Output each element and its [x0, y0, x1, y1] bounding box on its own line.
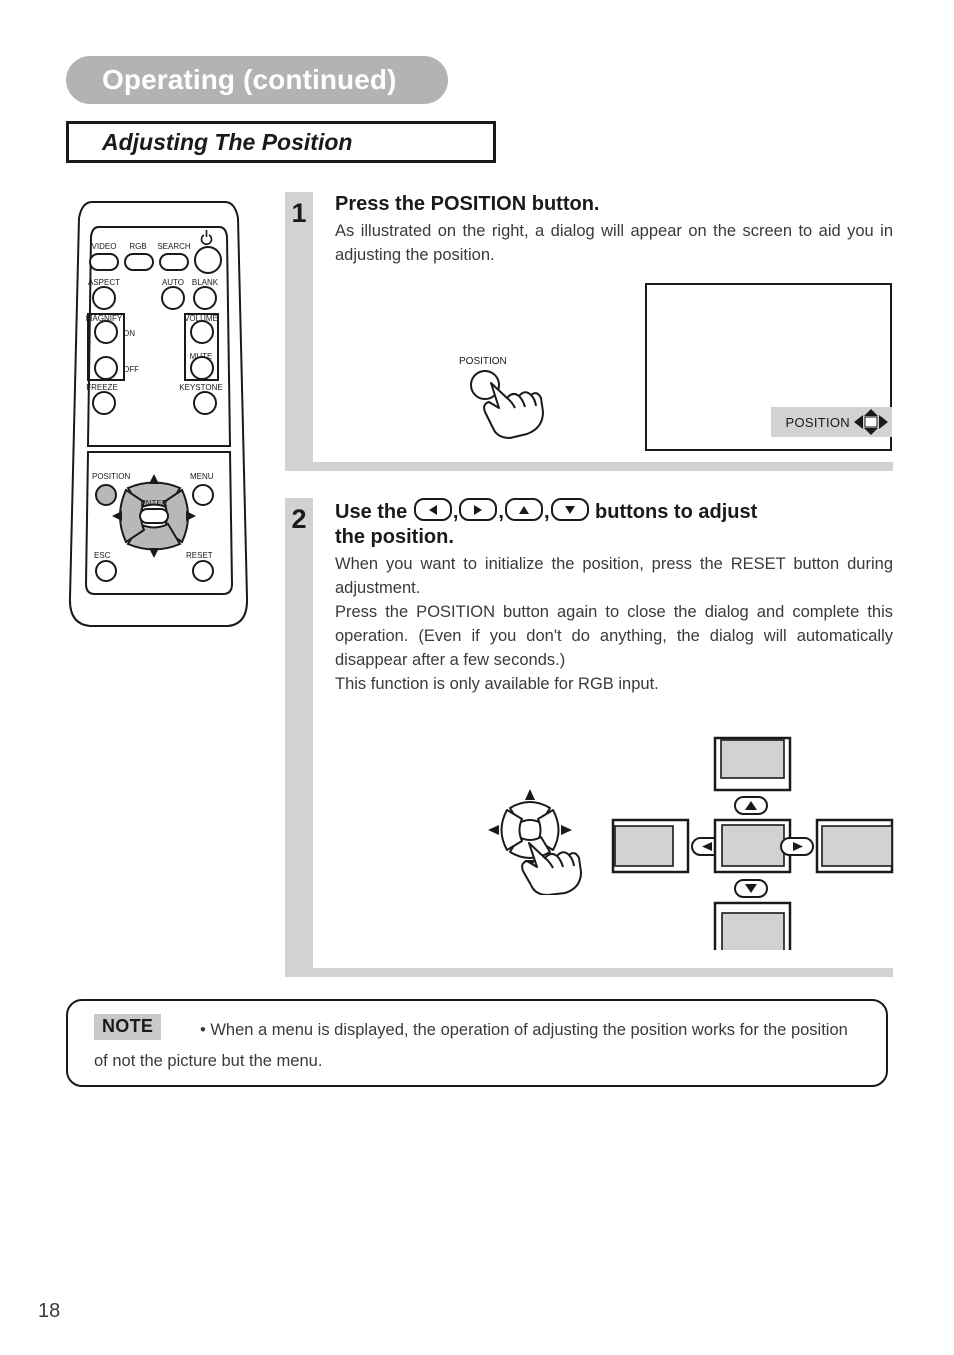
remote-label-video: VIDEO — [92, 242, 117, 251]
chapter-title: Operating (continued) — [102, 64, 397, 95]
up-arrow-key-icon — [734, 796, 768, 815]
press-position-illustration: POSITION — [455, 350, 565, 450]
right-arrow-key-icon — [780, 837, 814, 856]
osd-four-way-arrow-icon — [854, 409, 888, 435]
step-1-number: 1 — [291, 198, 307, 228]
position-shift-diagram — [610, 735, 895, 957]
chapter-header-pill: Operating (continued) — [66, 56, 448, 104]
remote-button-video — [89, 253, 119, 271]
step-1-shadow — [285, 462, 893, 471]
screen-shifted-up — [713, 736, 792, 792]
dpad-left-petal — [500, 809, 523, 851]
step-2-text-3: This function is only available for RGB … — [335, 675, 659, 693]
remote-button-volume — [190, 320, 214, 344]
press-position-button-label: POSITION — [459, 356, 507, 367]
remote-button-blank — [193, 286, 217, 310]
step-2-title-suffix: buttons to adjust — [589, 501, 758, 523]
step-1-title: Press the POSITION button. — [335, 193, 600, 215]
remote-button-magnify-off — [94, 356, 118, 380]
position-osd-dialog: POSITION — [771, 407, 892, 437]
projected-screen-illustration: POSITION — [645, 283, 892, 451]
remote-button-search — [159, 253, 189, 271]
remote-button-keystone — [193, 391, 217, 415]
pointing-hand-icon — [483, 382, 544, 439]
remote-label-keystone: KEYSTONE — [179, 383, 222, 392]
screen-shifted-right — [815, 818, 894, 874]
remote-button-mute — [190, 356, 214, 380]
remote-button-esc — [95, 560, 117, 582]
remote-button-magnify-on — [94, 320, 118, 344]
remote-label-menu: MENU — [190, 472, 214, 481]
step-1-text: As illustrated on the right, a dialog wi… — [335, 222, 893, 264]
remote-button-aspect — [92, 286, 116, 310]
note-box: NOTE • When a menu is displayed, the ope… — [66, 999, 888, 1087]
left-arrow-key-icon — [413, 498, 452, 521]
remote-label-position: POSITION — [92, 472, 130, 481]
remote-label-reset: RESET — [186, 551, 213, 560]
down-arrow-key-icon — [734, 879, 768, 898]
step-2-number: 2 — [291, 504, 307, 534]
remote-label-off: OFF — [123, 365, 139, 374]
manual-page: Operating (continued) Adjusting The Posi… — [0, 0, 954, 1355]
remote-control-illustration: VIDEO RGB SEARCH ASPECT AUTO BLANK MAGNI… — [68, 196, 250, 632]
down-arrow-key-icon — [550, 498, 589, 521]
remote-label-esc: ESC — [94, 551, 111, 560]
remote-label-aspect: ASPECT — [88, 278, 120, 287]
page-number: 18 — [38, 1300, 61, 1322]
remote-button-reset — [192, 560, 214, 582]
step-2-text-1: When you want to initialize the position… — [335, 555, 893, 597]
remote-button-rgb — [124, 253, 154, 271]
step-2-body: Use the ,,, buttons to adjust the positi… — [335, 498, 893, 696]
osd-label: POSITION — [785, 414, 850, 430]
step-2-text-2: Press the POSITION button again to close… — [335, 603, 893, 669]
remote-button-position — [95, 484, 117, 506]
step-2-title-prefix: Use the — [335, 501, 413, 523]
screen-shifted-left — [611, 818, 690, 874]
power-icon — [200, 230, 213, 246]
remote-button-menu — [192, 484, 214, 506]
remote-button-freeze — [92, 391, 116, 415]
remote-label-search: SEARCH — [157, 242, 191, 251]
screen-shifted-down — [713, 901, 792, 957]
section-title-bar: Adjusting The Position — [66, 121, 496, 163]
remote-label-blank: BLANK — [192, 278, 219, 287]
dpad-press-illustration — [485, 785, 610, 896]
remote-label-auto: AUTO — [162, 278, 184, 287]
right-arrow-key-icon — [459, 498, 498, 521]
step-2-number-column: 2 — [285, 498, 313, 968]
remote-label-enter: ENTER — [140, 499, 167, 508]
step-2-title: Use the ,,, buttons to adjust the positi… — [335, 498, 893, 550]
step-2-title-line2: the position. — [335, 526, 454, 548]
remote-button-enter — [139, 508, 169, 524]
section-title: Adjusting The Position — [102, 129, 353, 155]
up-arrow-key-icon — [504, 498, 543, 521]
remote-label-rgb: RGB — [129, 242, 146, 251]
remote-button-auto — [161, 286, 185, 310]
note-text: • When a menu is displayed, the operatio… — [94, 1021, 848, 1070]
step-1-number-column: 1 — [285, 192, 313, 462]
step-2-shadow — [285, 968, 893, 977]
screen-centered — [713, 818, 792, 874]
pointing-hand-icon — [521, 842, 582, 896]
step-1-body: Press the POSITION button. As illustrate… — [335, 192, 893, 267]
remote-label-freeze: FREEZE — [86, 383, 118, 392]
remote-button-power — [194, 246, 222, 274]
